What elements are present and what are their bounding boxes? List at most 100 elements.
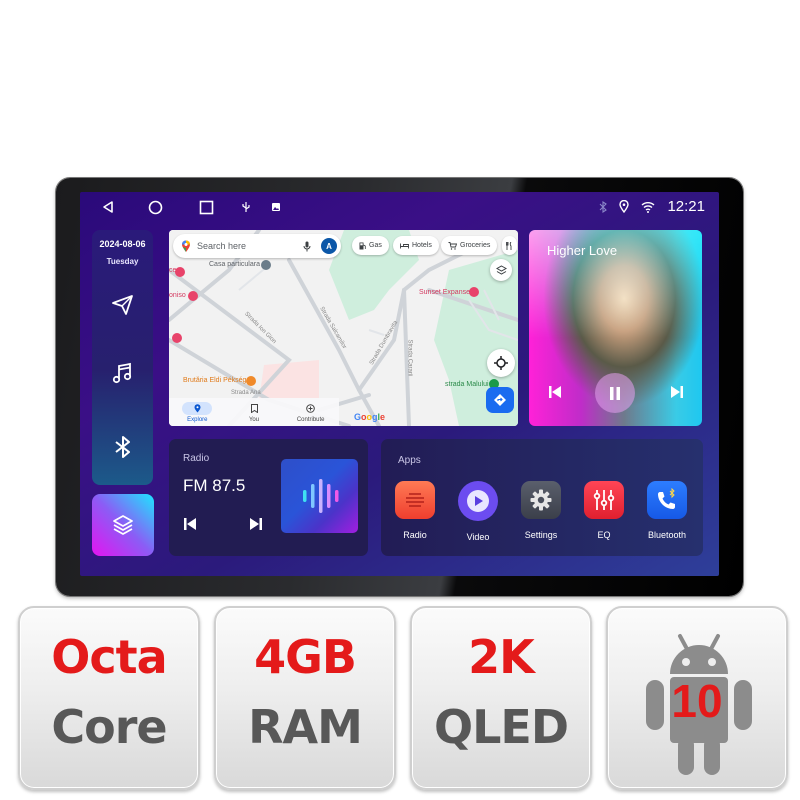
app-label: EQ xyxy=(597,530,611,540)
crosshair-icon xyxy=(494,356,508,370)
settings-gear-icon xyxy=(521,481,561,519)
dock-bluetooth-button[interactable] xyxy=(110,434,136,460)
track-title: Higher Love xyxy=(547,243,618,258)
product-image: 12:21 2024-08-06 Tuesday ce oniso Casa p… xyxy=(0,0,800,800)
dock-navigation-button[interactable] xyxy=(110,292,136,318)
skip-previous-icon xyxy=(549,386,561,398)
chip-restaurants[interactable] xyxy=(502,236,517,255)
map-bottom-tabs: Explore You Contribute xyxy=(169,398,339,426)
google-logo: Google xyxy=(354,412,386,422)
tab-label: Explore xyxy=(187,416,208,423)
directions-button[interactable] xyxy=(486,387,514,413)
app-bluetooth[interactable]: Bluetooth xyxy=(639,481,695,540)
chip-label: Hotels xyxy=(412,242,432,249)
apps-widget: Apps Radio Video Settings EQ Bluetooth xyxy=(381,439,703,556)
app-settings[interactable]: Settings xyxy=(513,481,569,540)
spec-badge-top: Octa xyxy=(51,630,167,684)
account-avatar[interactable]: A xyxy=(321,238,337,254)
tab-label: Contribute xyxy=(296,416,325,423)
app-eq[interactable]: EQ xyxy=(576,481,632,540)
gas-station-icon xyxy=(359,242,366,249)
directions-icon xyxy=(494,394,506,406)
spec-badge-top: 4GB xyxy=(254,630,357,684)
location-pin-icon xyxy=(194,403,201,412)
dock-music-button[interactable] xyxy=(110,360,136,386)
spec-badge-cpu: Octa Core xyxy=(18,606,200,790)
spec-badge-bottom: QLED xyxy=(433,700,569,754)
clock: 12:21 xyxy=(667,198,705,215)
bookmark-icon xyxy=(250,403,258,413)
recents-button[interactable] xyxy=(196,198,216,216)
spec-badge-bottom: RAM xyxy=(248,700,363,754)
bluetooth-icon xyxy=(600,200,608,213)
spec-badge-bottom: Core xyxy=(51,700,167,754)
app-label: Radio xyxy=(403,530,427,540)
my-location-button[interactable] xyxy=(487,349,515,377)
app-label: Settings xyxy=(524,530,558,540)
status-bar: 12:21 xyxy=(80,192,719,222)
home-circle-icon xyxy=(148,200,162,214)
street-label: Strada Ana xyxy=(231,390,261,396)
spec-badge-display: 2K QLED xyxy=(410,606,592,790)
tab-you[interactable]: You xyxy=(226,398,283,426)
search-input[interactable]: Search here xyxy=(197,241,303,251)
map-canvas[interactable] xyxy=(169,230,518,426)
previous-track-button[interactable] xyxy=(547,384,563,400)
back-button[interactable] xyxy=(98,198,118,216)
map-search-bar[interactable]: Search here A xyxy=(173,234,341,258)
date-label: 2024-08-06 xyxy=(99,239,146,249)
usb-icon xyxy=(242,202,250,212)
tab-contribute[interactable]: Contribute xyxy=(282,398,339,426)
microphone-icon[interactable] xyxy=(303,241,311,252)
radio-artwork xyxy=(281,459,358,533)
wifi-icon xyxy=(641,201,655,213)
chip-label: Groceries xyxy=(460,242,491,249)
location-icon xyxy=(619,200,630,213)
tab-label: You xyxy=(248,416,260,423)
day-label: Tuesday xyxy=(106,257,139,266)
side-dock: 2024-08-06 Tuesday xyxy=(92,230,153,485)
layers-icon xyxy=(113,515,133,535)
radio-frequency: FM 87.5 xyxy=(183,476,246,495)
map-place-label: Sunset Expanse xyxy=(419,289,470,296)
android-version: 10 xyxy=(671,675,723,727)
hotel-bed-icon xyxy=(400,243,409,248)
app-radio[interactable]: Radio xyxy=(387,481,443,540)
next-track-button[interactable] xyxy=(669,384,685,400)
radio-previous-button[interactable] xyxy=(183,517,199,533)
skip-next-icon xyxy=(671,386,683,398)
spec-badge-android: 10 xyxy=(606,606,788,790)
pause-icon xyxy=(610,386,620,400)
recents-square-icon xyxy=(199,200,213,214)
head-unit-screen: 12:21 2024-08-06 Tuesday ce oniso Casa p… xyxy=(80,192,719,576)
map-place-label: strada Malului xyxy=(445,381,489,388)
chip-groceries[interactable]: Groceries xyxy=(441,236,498,255)
map-place-label: Brutăria Eldi Pékség xyxy=(183,377,247,384)
map-layers-button[interactable] xyxy=(490,259,512,281)
app-video[interactable]: Video xyxy=(450,481,506,542)
video-app-icon xyxy=(458,481,498,521)
radio-widget[interactable]: Radio FM 87.5 xyxy=(169,439,368,556)
dock-apps-button[interactable] xyxy=(92,494,154,556)
usb-indicator xyxy=(236,198,256,216)
chip-hotels[interactable]: Hotels xyxy=(393,236,439,255)
spec-badge-top: 2K xyxy=(468,630,535,684)
back-triangle-icon xyxy=(103,201,113,213)
add-circle-icon xyxy=(306,403,315,413)
music-note-icon xyxy=(112,362,132,384)
navigation-arrow-icon xyxy=(112,295,133,315)
chip-gas[interactable]: Gas xyxy=(352,236,389,255)
shopping-cart-icon xyxy=(448,241,457,250)
sound-wave-icon xyxy=(302,479,338,513)
map-place-label: Casa particulara xyxy=(209,261,260,268)
home-button[interactable] xyxy=(145,198,165,216)
map-place-label: oniso xyxy=(169,292,186,299)
tab-explore[interactable]: Explore xyxy=(169,398,226,426)
apps-label: Apps xyxy=(398,455,421,466)
play-pause-button[interactable] xyxy=(595,373,635,413)
map-widget[interactable]: ce oniso Casa particulara Sunset Expanse… xyxy=(169,230,518,426)
music-widget[interactable]: Higher Love xyxy=(529,230,702,426)
skip-previous-icon xyxy=(184,518,196,530)
bluetooth-phone-icon xyxy=(647,481,687,519)
radio-next-button[interactable] xyxy=(249,517,265,533)
